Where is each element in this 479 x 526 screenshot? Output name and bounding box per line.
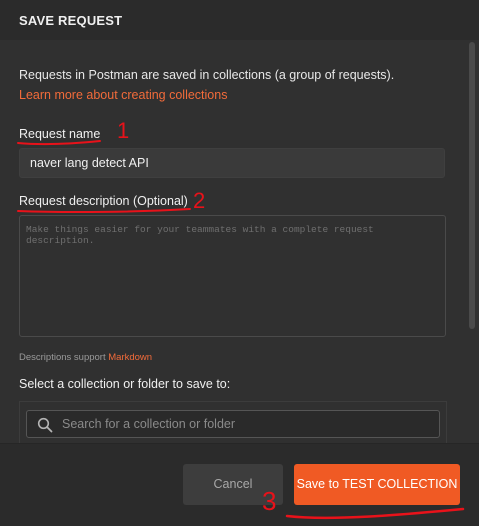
collection-search-placeholder: Search for a collection or folder — [62, 417, 236, 431]
request-name-label: Request name — [19, 127, 101, 141]
dialog-title: SAVE REQUEST — [19, 13, 123, 28]
collection-picker: Search for a collection or folder — [19, 401, 447, 443]
save-request-dialog: SAVE REQUEST Requests in Postman are sav… — [0, 0, 479, 526]
request-name-input[interactable]: naver lang detect API — [19, 148, 445, 178]
scrollbar-thumb[interactable] — [469, 42, 475, 329]
collection-select-label: Select a collection or folder to save to… — [19, 377, 231, 391]
learn-more-link[interactable]: Learn more about creating collections — [19, 88, 227, 102]
dialog-footer: Cancel Save to TEST COLLECTION — [0, 443, 479, 526]
request-description-label: Request description (Optional) — [19, 194, 188, 208]
dialog-body: Requests in Postman are saved in collect… — [0, 40, 479, 443]
dialog-header: SAVE REQUEST — [0, 0, 479, 41]
descriptions-hint: Descriptions support Markdown — [19, 352, 152, 363]
cancel-button[interactable]: Cancel — [183, 464, 283, 505]
intro-text: Requests in Postman are saved in collect… — [19, 68, 395, 82]
markdown-link[interactable]: Markdown — [108, 352, 152, 363]
descriptions-hint-text: Descriptions support — [19, 352, 106, 363]
dialog-scrollbar[interactable] — [469, 42, 475, 437]
collection-search-input[interactable]: Search for a collection or folder — [26, 410, 440, 438]
request-description-textarea[interactable]: Make things easier for your teammates wi… — [19, 215, 446, 337]
search-icon — [37, 417, 53, 433]
save-to-collection-button[interactable]: Save to TEST COLLECTION — [294, 464, 460, 505]
